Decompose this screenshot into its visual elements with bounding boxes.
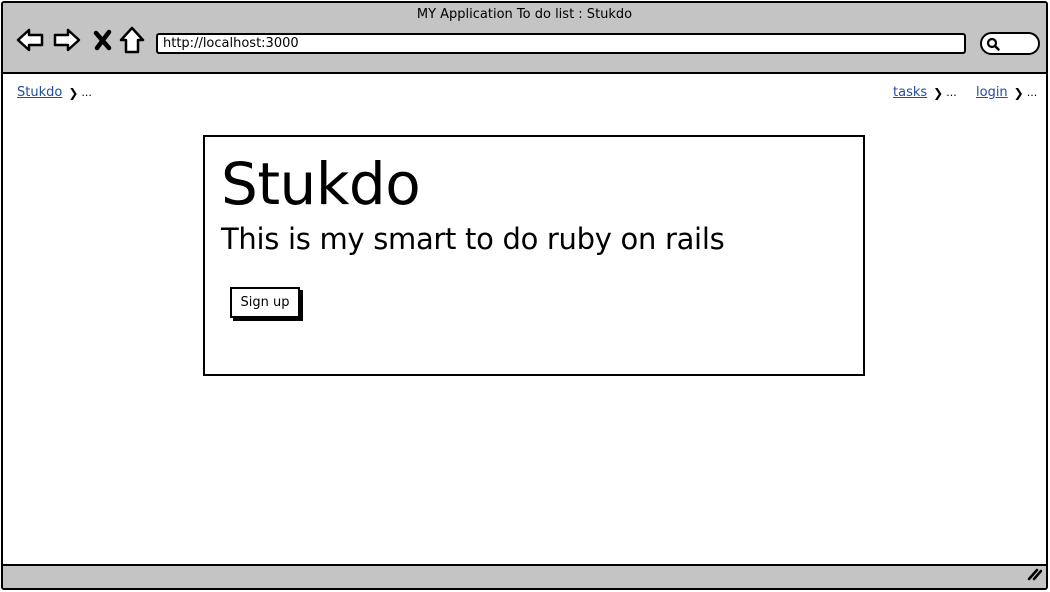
close-x-icon <box>93 29 113 51</box>
login-link[interactable]: login <box>976 85 1008 100</box>
home-button[interactable] <box>117 25 147 55</box>
tasks-link[interactable]: tasks <box>893 85 927 100</box>
page-title: Stukdo <box>221 150 421 218</box>
chevron-right-icon: ❯ <box>1013 85 1024 100</box>
forward-arrow-icon <box>52 27 82 53</box>
resize-grip-icon[interactable] <box>1026 566 1043 585</box>
nav-ellipsis: ... <box>1026 86 1038 99</box>
stop-button[interactable] <box>88 25 118 55</box>
page-subtitle: This is my smart to do ruby on rails <box>221 222 725 256</box>
browser-window: MY Application To do list : Stukdo http:… <box>1 1 1048 590</box>
status-bar <box>3 564 1046 588</box>
sign-up-button[interactable]: Sign up <box>230 287 300 318</box>
back-button[interactable] <box>15 25 45 55</box>
nav-ellipsis: ... <box>946 86 957 99</box>
breadcrumb-ellipsis: ... <box>81 86 92 99</box>
chevron-right-icon: ❯ <box>68 85 79 100</box>
nav-item-login: login ❯ ... <box>976 85 1037 100</box>
window-title: MY Application To do list : Stukdo <box>416 7 633 22</box>
forward-button[interactable] <box>52 25 82 55</box>
chevron-right-icon: ❯ <box>933 85 944 100</box>
address-bar[interactable]: http://localhost:3000 <box>156 33 966 54</box>
search-field[interactable] <box>980 32 1040 55</box>
breadcrumb-link-stukdo[interactable]: Stukdo <box>17 85 62 100</box>
browser-chrome: MY Application To do list : Stukdo http:… <box>3 3 1046 74</box>
back-arrow-icon <box>15 27 45 53</box>
breadcrumb: Stukdo ❯ ... <box>17 85 92 100</box>
nav-item-tasks: tasks ❯ ... <box>893 85 957 100</box>
hero-card: Stukdo This is my smart to do ruby on ra… <box>203 135 865 376</box>
home-icon <box>119 26 145 54</box>
